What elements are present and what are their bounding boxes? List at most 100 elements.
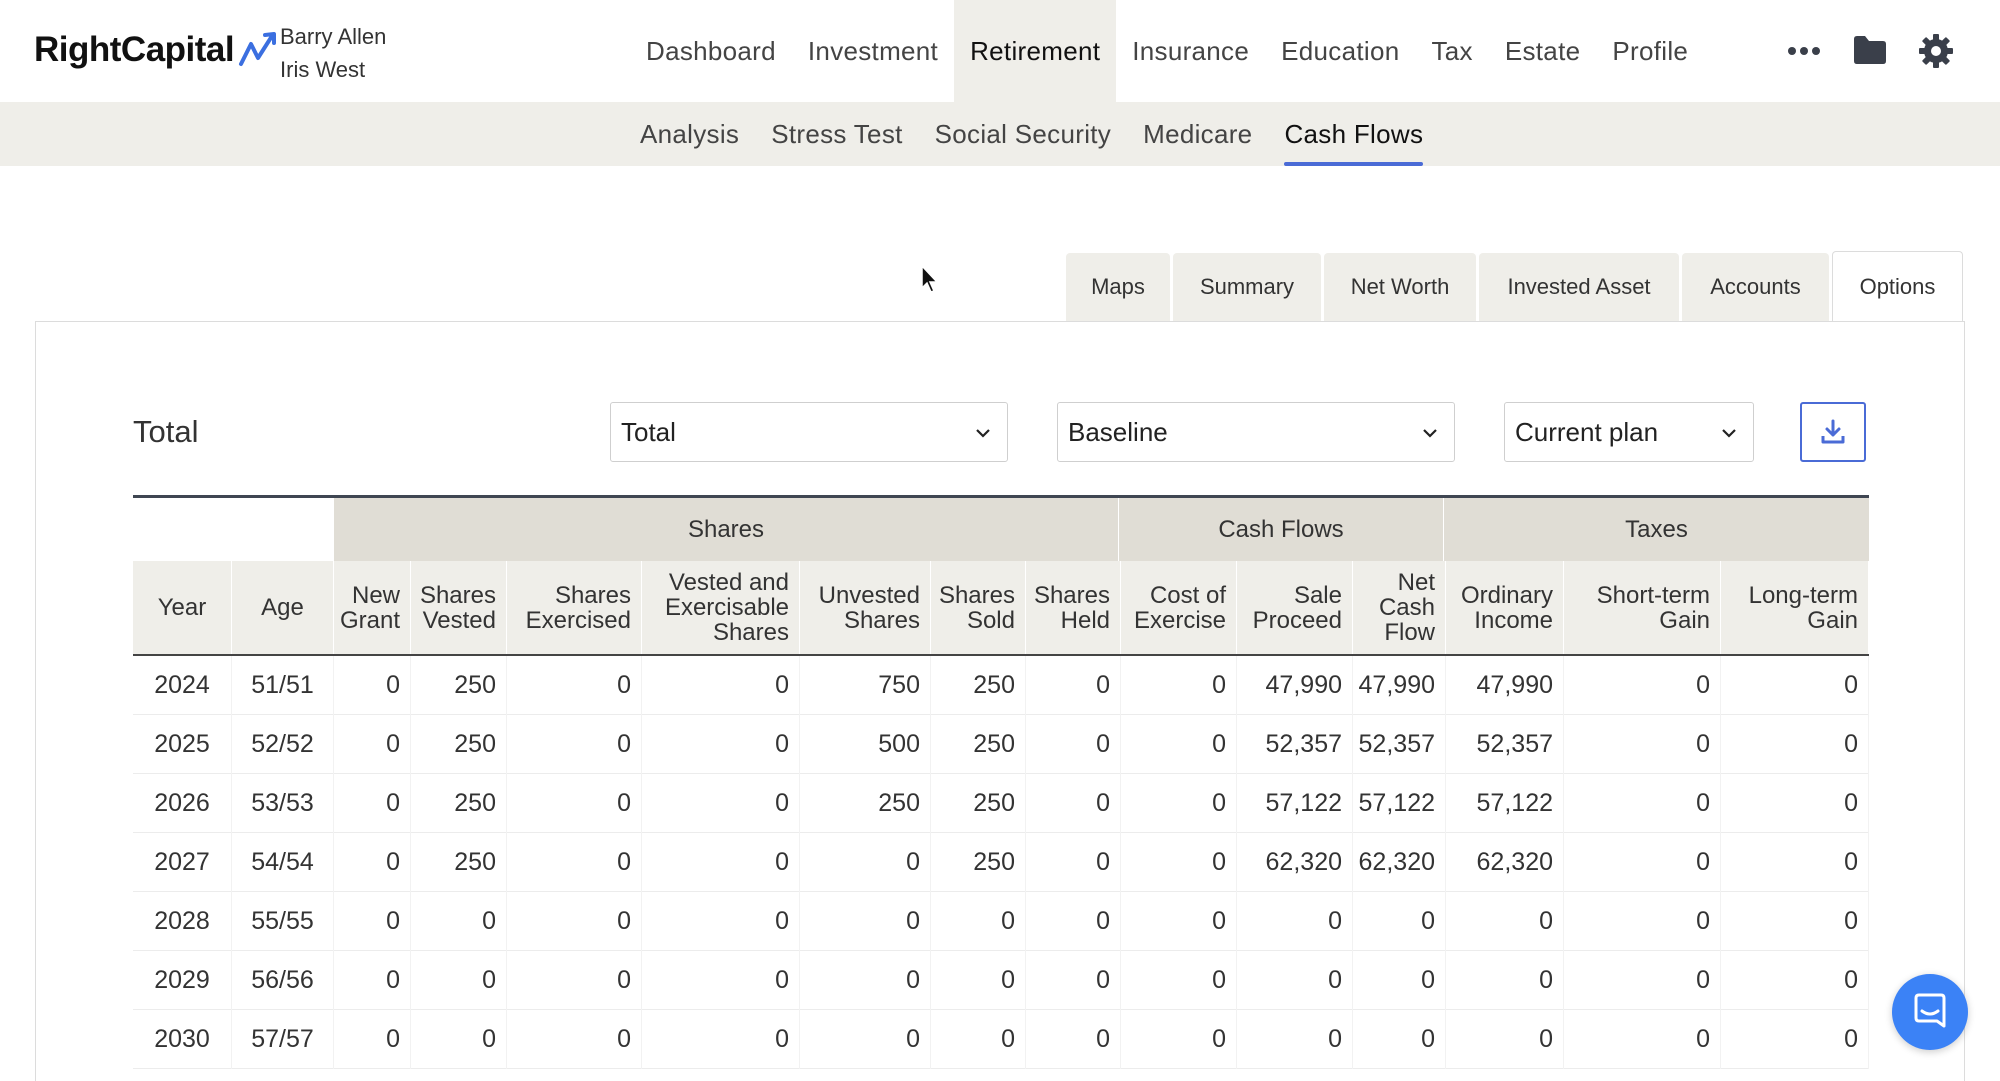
cell-ordinary-income: 52,357 — [1446, 715, 1564, 774]
cell-long-term-gain: 0 — [1721, 892, 1869, 951]
column-header-year: Year — [133, 561, 232, 654]
cell-shares-exercised: 0 — [507, 774, 642, 833]
cell-shares-vested: 250 — [411, 715, 507, 774]
cell-vested-exercisable: 0 — [642, 715, 800, 774]
cell-sale-proceed: 0 — [1237, 951, 1353, 1010]
gear-icon[interactable] — [1918, 33, 1954, 69]
column-header-vested-exercisable: Vested and Exercisable Shares — [642, 561, 800, 654]
cell-shares-vested: 0 — [411, 1010, 507, 1069]
client-name-spouse: Iris West — [280, 57, 366, 82]
table-header-row: Year Age New Grant Shares Vested Shares Exer… — [133, 561, 1869, 656]
table-row: 2028 55/55 0 0 0 0 0 0 0 0 0 0 0 0 0 — [133, 892, 1869, 951]
cell-long-term-gain: 0 — [1721, 951, 1869, 1010]
logo[interactable]: RightCapital — [34, 30, 282, 70]
group-shares: Shares — [334, 498, 1119, 561]
nav-profile[interactable]: Profile — [1596, 0, 1704, 102]
subnav-cash-flows[interactable]: Cash Flows — [1268, 102, 1439, 166]
cell-net-cash-flow: 0 — [1353, 1010, 1446, 1069]
cell-age: 56/56 — [232, 951, 334, 1010]
nav-estate[interactable]: Estate — [1489, 0, 1597, 102]
folder-icon[interactable] — [1852, 34, 1888, 66]
cell-vested-exercisable: 0 — [642, 833, 800, 892]
cell-net-cash-flow: 0 — [1353, 892, 1446, 951]
cell-year: 2030 — [133, 1010, 232, 1069]
cell-vested-exercisable: 0 — [642, 1010, 800, 1069]
nav-education[interactable]: Education — [1265, 0, 1415, 102]
cell-shares-exercised: 0 — [507, 833, 642, 892]
cell-unvested-shares: 0 — [800, 833, 931, 892]
cell-new-grant: 0 — [334, 715, 411, 774]
cell-shares-vested: 250 — [411, 774, 507, 833]
subnav-analysis[interactable]: Analysis — [624, 102, 755, 166]
column-header-cost-of-exercise: Cost of Exercise — [1121, 561, 1237, 654]
nav-investment[interactable]: Investment — [792, 0, 954, 102]
cell-unvested-shares: 0 — [800, 1010, 931, 1069]
cell-shares-sold: 0 — [931, 892, 1026, 951]
nav-tax[interactable]: Tax — [1415, 0, 1488, 102]
cell-cost-of-exercise: 0 — [1121, 715, 1237, 774]
column-header-ordinary-income: Ordinary Income — [1446, 561, 1564, 654]
client-names[interactable]: Barry Allen Iris West — [280, 20, 386, 86]
plan-select[interactable]: Current plan — [1504, 402, 1754, 462]
cell-age: 53/53 — [232, 774, 334, 833]
cell-sale-proceed: 57,122 — [1237, 774, 1353, 833]
download-button[interactable] — [1800, 402, 1866, 462]
tab-summary[interactable]: Summary — [1173, 253, 1321, 321]
tab-net-worth[interactable]: Net Worth — [1324, 253, 1476, 321]
cell-sale-proceed: 0 — [1237, 892, 1353, 951]
cell-net-cash-flow: 52,357 — [1353, 715, 1446, 774]
cell-unvested-shares: 250 — [800, 774, 931, 833]
cell-ordinary-income: 57,122 — [1446, 774, 1564, 833]
cell-unvested-shares: 500 — [800, 715, 931, 774]
cell-shares-held: 0 — [1026, 715, 1121, 774]
chevron-down-icon — [976, 429, 990, 438]
cell-cost-of-exercise: 0 — [1121, 951, 1237, 1010]
tab-accounts[interactable]: Accounts — [1682, 253, 1829, 321]
cell-age: 54/54 — [232, 833, 334, 892]
cell-short-term-gain: 0 — [1564, 1010, 1721, 1069]
cell-cost-of-exercise: 0 — [1121, 1010, 1237, 1069]
column-header-shares-sold: Shares Sold — [931, 561, 1026, 654]
cell-short-term-gain: 0 — [1564, 833, 1721, 892]
nav-insurance[interactable]: Insurance — [1116, 0, 1265, 102]
cell-year: 2024 — [133, 656, 232, 715]
cell-unvested-shares: 0 — [800, 951, 931, 1010]
column-header-shares-exercised: Shares Exercised — [507, 561, 642, 654]
cell-sale-proceed: 47,990 — [1237, 656, 1353, 715]
cell-short-term-gain: 0 — [1564, 892, 1721, 951]
nav-dashboard[interactable]: Dashboard — [630, 0, 792, 102]
cell-long-term-gain: 0 — [1721, 715, 1869, 774]
cell-net-cash-flow: 0 — [1353, 951, 1446, 1010]
subnav-social-security[interactable]: Social Security — [919, 102, 1127, 166]
chat-icon — [1914, 993, 1946, 1028]
subnav-medicare[interactable]: Medicare — [1127, 102, 1268, 166]
cell-net-cash-flow: 62,320 — [1353, 833, 1446, 892]
cell-new-grant: 0 — [334, 833, 411, 892]
cell-unvested-shares: 0 — [800, 892, 931, 951]
subnav-stress-test[interactable]: Stress Test — [755, 102, 918, 166]
cell-shares-sold: 0 — [931, 951, 1026, 1010]
sub-nav: Analysis Stress Test Social Security Med… — [0, 102, 2000, 166]
tab-maps[interactable]: Maps — [1066, 253, 1170, 321]
cell-shares-vested: 250 — [411, 833, 507, 892]
cell-short-term-gain: 0 — [1564, 774, 1721, 833]
cash-flows-panel: Total Total Baseline Current plan Shares… — [35, 321, 1965, 1081]
column-header-shares-vested: Shares Vested — [411, 561, 507, 654]
more-icon[interactable] — [1786, 38, 1822, 64]
cell-sale-proceed: 0 — [1237, 1010, 1353, 1069]
cell-short-term-gain: 0 — [1564, 656, 1721, 715]
scope-select[interactable]: Total — [610, 402, 1008, 462]
cell-shares-vested: 0 — [411, 892, 507, 951]
cell-shares-vested: 0 — [411, 951, 507, 1010]
cell-cost-of-exercise: 0 — [1121, 656, 1237, 715]
nav-retirement[interactable]: Retirement — [954, 0, 1117, 102]
chat-button[interactable] — [1892, 974, 1968, 1050]
scenario-select[interactable]: Baseline — [1057, 402, 1455, 462]
table-row: 2025 52/52 0 250 0 0 500 250 0 0 52,357 52,357 52,35… — [133, 715, 1869, 774]
cell-sale-proceed: 62,320 — [1237, 833, 1353, 892]
column-header-sale-proceed: Sale Proceed — [1237, 561, 1353, 654]
tab-options[interactable]: Options — [1832, 251, 1963, 321]
scenario-select-value: Baseline — [1068, 416, 1168, 447]
table-row: 2027 54/54 0 250 0 0 0 250 0 0 62,320 62,320 62,320 0… — [133, 833, 1869, 892]
tab-invested-asset[interactable]: Invested Asset — [1479, 253, 1679, 321]
